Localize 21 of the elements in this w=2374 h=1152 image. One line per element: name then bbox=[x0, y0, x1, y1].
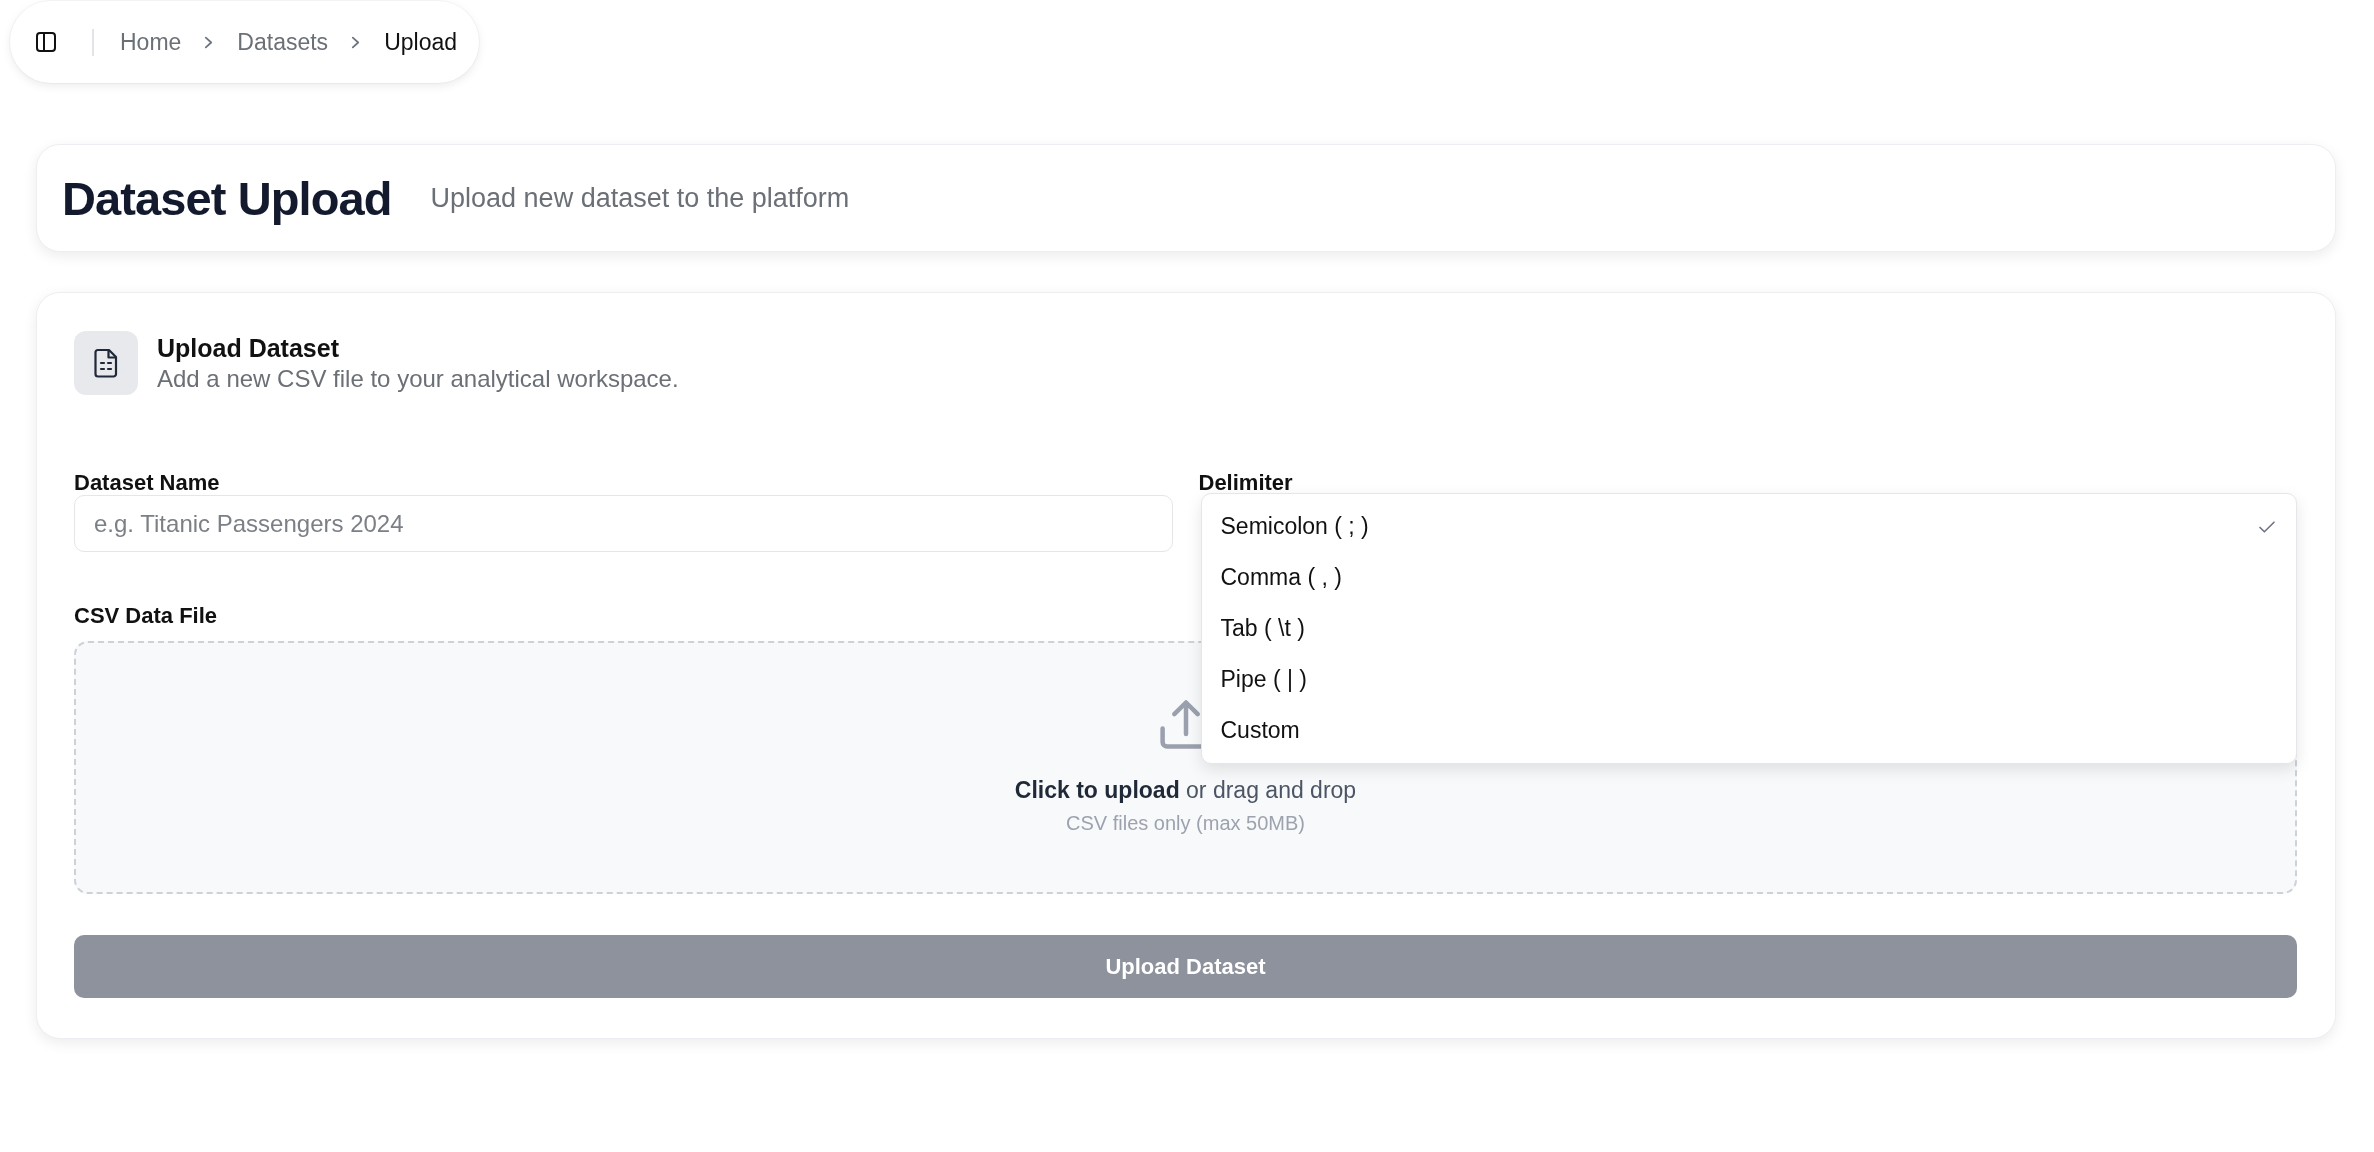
field-label: CSV Data File bbox=[74, 604, 218, 628]
upload-prompt: Click to upload or drag and drop bbox=[1014, 777, 1357, 804]
file-hint: CSV files only (max 50MB) bbox=[1066, 812, 1305, 835]
breadcrumb-link[interactable]: Datasets bbox=[237, 28, 329, 56]
delimiter-option[interactable]: Comma ( , ) bbox=[1201, 552, 2296, 603]
document-icon bbox=[74, 331, 138, 395]
page-title: Dataset Upload bbox=[62, 170, 392, 226]
card-subtitle: Add a new CSV file to your analytical workspace. bbox=[157, 364, 679, 393]
delimiter-option[interactable]: Semicolon ( ; ) bbox=[1201, 501, 2296, 552]
delimiter-option[interactable]: Custom bbox=[1201, 705, 2296, 756]
chevron-right-icon bbox=[204, 35, 214, 49]
delimiter-option[interactable]: Pipe ( | ) bbox=[1201, 654, 2296, 705]
field-label: Delimiter bbox=[1198, 471, 1293, 495]
breadcrumb-link[interactable]: Upload bbox=[384, 28, 457, 56]
breadcrumb-link[interactable]: Home bbox=[120, 28, 182, 56]
chevron-right-icon bbox=[351, 35, 361, 49]
card-title: Upload Dataset bbox=[157, 333, 340, 363]
page-subtitle: Upload new dataset to the platform bbox=[430, 182, 850, 214]
sidebar-toggle-icon[interactable] bbox=[35, 31, 57, 53]
field-label: Dataset Name bbox=[74, 471, 220, 495]
dataset-name-input[interactable]: e.g. Titanic Passengers 2024 bbox=[74, 495, 1173, 552]
